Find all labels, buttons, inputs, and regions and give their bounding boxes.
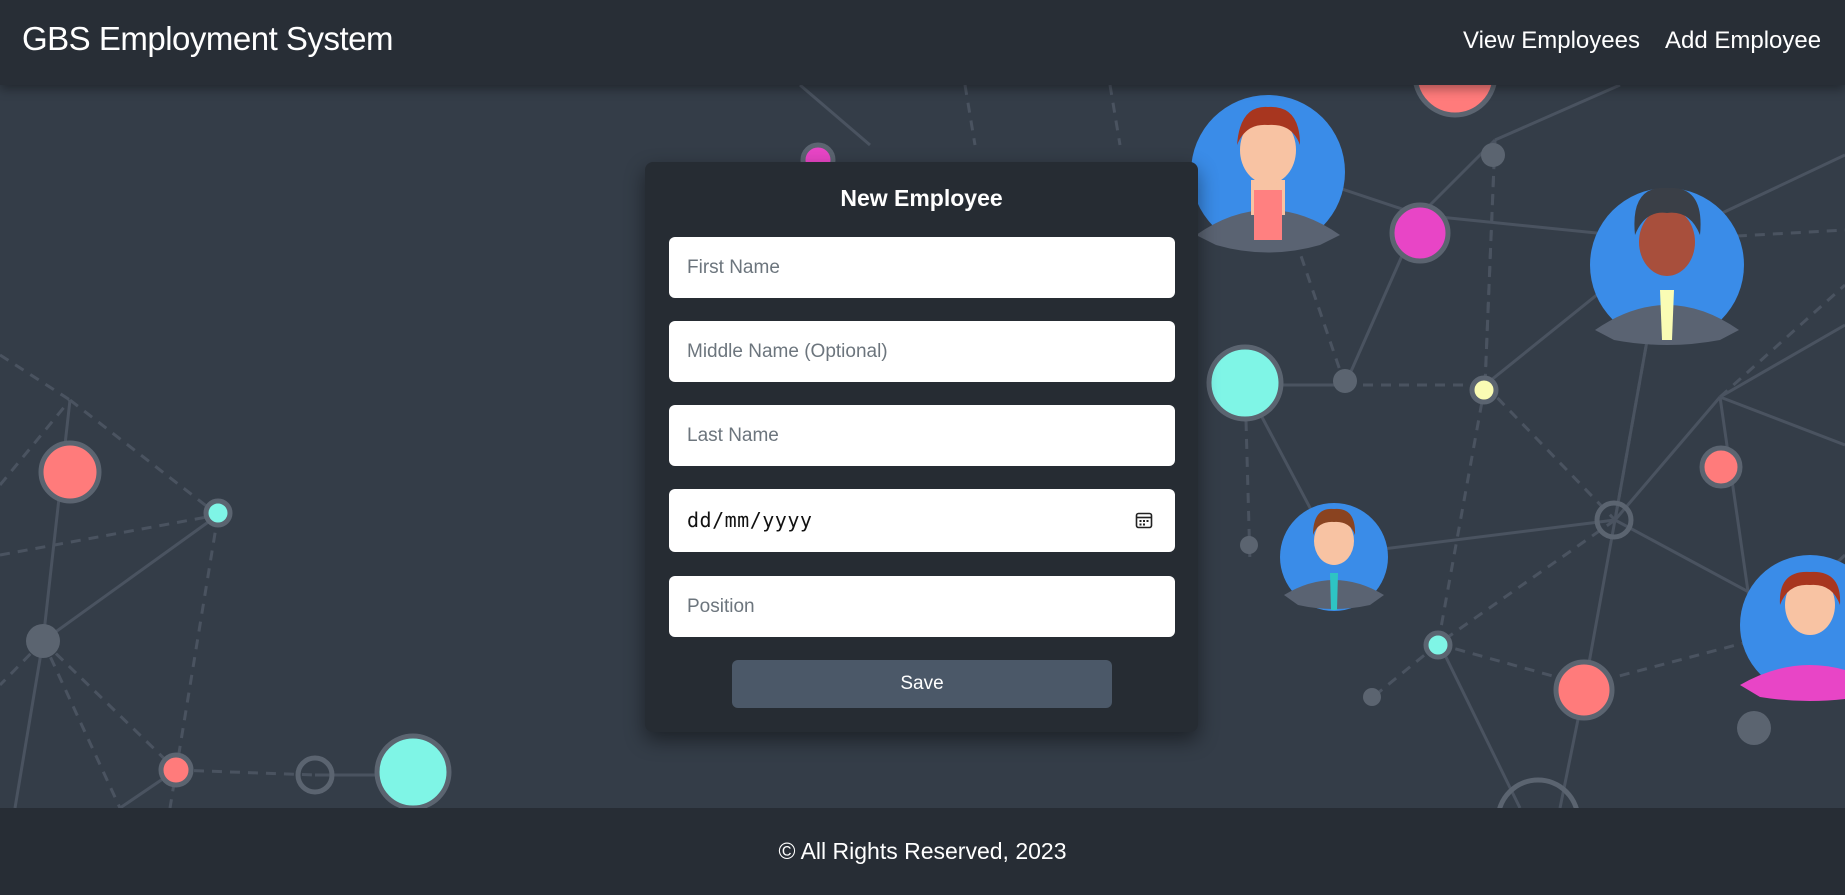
first-name-input[interactable] — [669, 237, 1175, 298]
nav-add-employee[interactable]: Add Employee — [1665, 27, 1821, 55]
position-input[interactable] — [669, 576, 1175, 637]
top-navbar: GBS Employment System View Employees Add… — [0, 0, 1845, 85]
date-of-birth-input[interactable]: dd/mm/yyyy — [669, 489, 1175, 552]
last-name-input[interactable] — [669, 405, 1175, 466]
form-title: New Employee — [840, 185, 1003, 211]
avatar-woman-right — [1740, 555, 1845, 701]
middle-name-input[interactable] — [669, 321, 1175, 382]
calendar-icon[interactable] — [1135, 511, 1153, 529]
date-placeholder: dd/mm/yyyy — [687, 508, 813, 532]
footer: © All Rights Reserved, 2023 — [0, 808, 1845, 895]
nav-view-employees[interactable]: View Employees — [1463, 27, 1640, 55]
save-button[interactable]: Save — [732, 660, 1112, 708]
app-brand[interactable]: GBS Employment System — [22, 20, 393, 58]
new-employee-card: New Employee dd/mm/yyyy Save — [645, 162, 1198, 732]
avatar-man-small — [1280, 503, 1388, 611]
avatar-woman-top — [1191, 95, 1345, 253]
copyright-text: © All Rights Reserved, 2023 — [778, 838, 1067, 864]
avatar-man-afro — [1590, 187, 1744, 345]
